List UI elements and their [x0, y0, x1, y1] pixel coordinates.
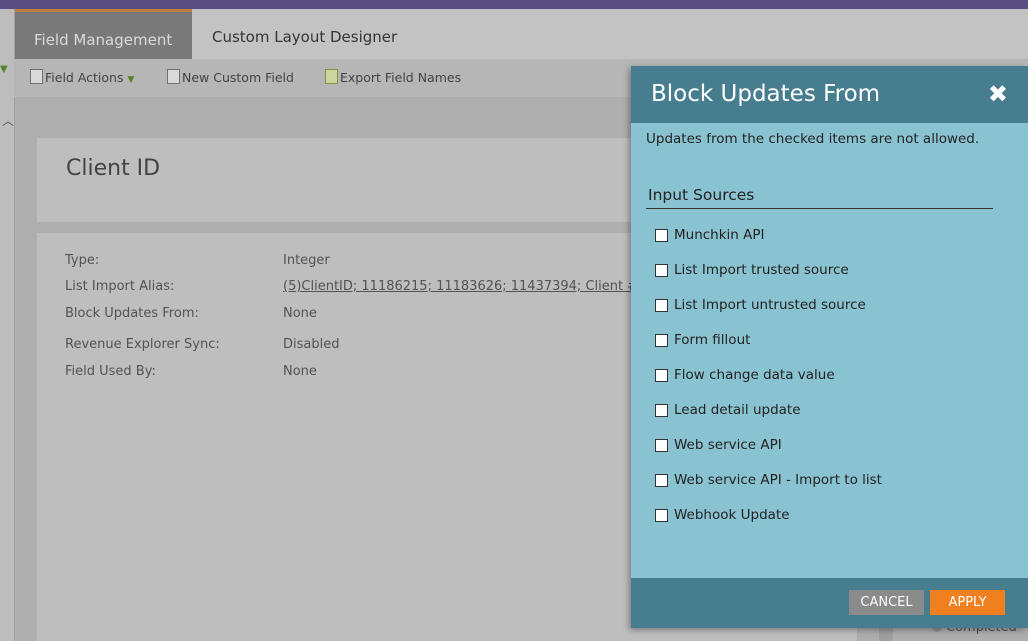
left-rail	[0, 9, 15, 641]
list-import-alias-label: List Import Alias:	[65, 279, 175, 294]
source-web-service-api-import[interactable]: Web service API - Import to list	[655, 472, 882, 488]
dialog-description: Updates from the checked items are not a…	[646, 131, 980, 147]
block-updates-value: None	[283, 306, 317, 321]
checkbox-label: Lead detail update	[674, 402, 801, 418]
field-used-by-label: Field Used By:	[65, 364, 156, 379]
checkbox-label: Webhook Update	[674, 507, 790, 523]
close-icon[interactable]: ✖	[988, 80, 1008, 108]
block-updates-label: Block Updates From:	[65, 306, 199, 321]
checkbox[interactable]	[655, 508, 668, 522]
input-sources-heading: Input Sources	[646, 186, 993, 209]
checkbox[interactable]	[655, 228, 668, 242]
new-custom-field-button[interactable]: New Custom Field	[167, 59, 294, 97]
expand-arrow-icon[interactable]: ▼	[0, 64, 8, 75]
checkbox-label: List Import trusted source	[674, 262, 849, 278]
checkbox[interactable]	[655, 438, 668, 452]
checkbox[interactable]	[655, 403, 668, 417]
apply-button[interactable]: APPLY	[930, 590, 1005, 615]
new-field-icon	[167, 69, 180, 84]
tab-field-management[interactable]: Field Management	[14, 9, 193, 59]
tab-bar: Field Management Custom Layout Designer	[0, 9, 1028, 59]
cancel-button[interactable]: CANCEL	[849, 590, 924, 615]
field-used-by-value: None	[283, 364, 317, 379]
list-import-alias-link[interactable]: (5)ClientID; 11186215; 11183626; 1143739…	[283, 279, 638, 294]
field-actions-label: Field Actions	[45, 70, 124, 85]
revenue-explorer-sync-label: Revenue Explorer Sync:	[65, 337, 220, 352]
source-form-fillout[interactable]: Form fillout	[655, 332, 750, 348]
source-list-import-trusted[interactable]: List Import trusted source	[655, 262, 849, 278]
export-field-names-button[interactable]: Export Field Names	[325, 59, 461, 97]
checkbox[interactable]	[655, 333, 668, 347]
checkbox[interactable]	[655, 473, 668, 487]
source-web-service-api[interactable]: Web service API	[655, 437, 782, 453]
type-value: Integer	[283, 253, 330, 268]
checkbox-label: List Import untrusted source	[674, 297, 866, 313]
new-custom-field-label: New Custom Field	[182, 70, 294, 85]
revenue-explorer-sync-value: Disabled	[283, 337, 340, 352]
checkbox-label: Form fillout	[674, 332, 751, 348]
checkbox-label: Flow change data value	[674, 367, 835, 383]
source-flow-change-data-value[interactable]: Flow change data value	[655, 367, 835, 383]
type-label: Type:	[65, 253, 100, 268]
field-actions-button[interactable]: Field Actions ▼	[30, 59, 134, 97]
checkbox[interactable]	[655, 298, 668, 312]
checkbox[interactable]	[655, 263, 668, 277]
source-webhook-update[interactable]: Webhook Update	[655, 507, 790, 523]
block-updates-dialog: Block Updates From ✖ Updates from the ch…	[631, 66, 1028, 628]
source-munchkin-api[interactable]: Munchkin API	[655, 227, 765, 243]
checkbox[interactable]	[655, 368, 668, 382]
field-actions-icon	[30, 69, 43, 84]
dialog-footer: CANCEL APPLY	[631, 578, 1028, 628]
checkbox-label: Web service API - Import to list	[674, 472, 882, 488]
dialog-header: Block Updates From ✖	[631, 66, 1028, 123]
source-lead-detail-update[interactable]: Lead detail update	[655, 402, 801, 418]
dropdown-caret-icon: ▼	[127, 75, 135, 85]
tab-custom-layout-designer[interactable]: Custom Layout Designer	[192, 9, 417, 59]
checkbox-label: Munchkin API	[674, 227, 765, 243]
dialog-title: Block Updates From	[651, 81, 881, 107]
top-bar	[0, 0, 1028, 9]
export-field-names-label: Export Field Names	[340, 70, 462, 85]
export-icon	[325, 69, 338, 84]
field-title: Client ID	[66, 156, 161, 181]
checkbox-label: Web service API	[674, 437, 782, 453]
source-list-import-untrusted[interactable]: List Import untrusted source	[655, 297, 866, 313]
collapse-up-icon[interactable]: ︿	[2, 112, 14, 129]
